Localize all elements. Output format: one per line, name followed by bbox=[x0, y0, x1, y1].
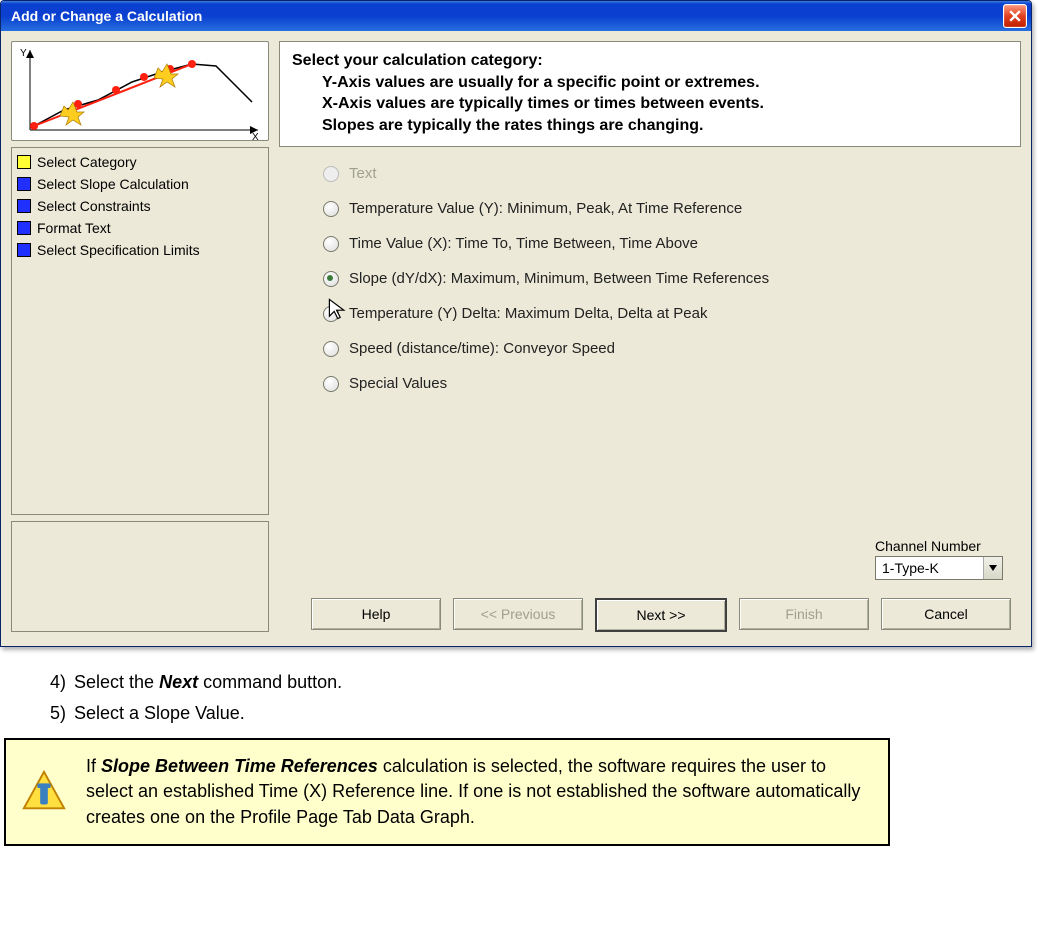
preview-graph: Y X bbox=[11, 41, 269, 141]
tip-text: If Slope Between Time References calcula… bbox=[86, 754, 870, 830]
radio-option-slope[interactable]: Slope (dY/dX): Maximum, Minimum, Between… bbox=[323, 270, 1003, 287]
step-item: Select Constraints bbox=[17, 195, 263, 217]
window-body: Y X Select Category Select Slope Calcula… bbox=[1, 31, 1031, 646]
option-label: Special Values bbox=[349, 375, 447, 392]
step-item: Select Category bbox=[17, 151, 263, 173]
radio-icon bbox=[323, 201, 339, 217]
square-icon bbox=[17, 221, 31, 235]
finish-button: Finish bbox=[739, 598, 869, 630]
step-item: Format Text bbox=[17, 217, 263, 239]
heading-line: Y-Axis values are usually for a specific… bbox=[292, 72, 1008, 94]
radio-option-special[interactable]: Special Values bbox=[323, 375, 1003, 392]
step-label: Format Text bbox=[37, 217, 111, 239]
dialog-window: Add or Change a Calculation Y X bbox=[0, 0, 1032, 647]
square-icon bbox=[17, 177, 31, 191]
window-title: Add or Change a Calculation bbox=[11, 8, 1003, 24]
heading-line: X-Axis values are typically times or tim… bbox=[292, 93, 1008, 115]
info-panel bbox=[11, 521, 269, 632]
step-label: Select Category bbox=[37, 151, 137, 173]
step-number: 4) bbox=[42, 667, 66, 698]
step-item: Select Slope Calculation bbox=[17, 173, 263, 195]
instruction-step: 5) Select a Slope Value. bbox=[42, 698, 1038, 729]
radio-icon bbox=[323, 271, 339, 287]
right-column: Select your calculation category: Y-Axis… bbox=[279, 41, 1021, 632]
heading-line: Select your calculation category: bbox=[292, 50, 1008, 72]
step-text: Select a Slope Value. bbox=[74, 698, 245, 729]
step-item: Select Specification Limits bbox=[17, 239, 263, 261]
close-icon[interactable] bbox=[1003, 4, 1027, 28]
instruction-step: 4) Select the Next command button. bbox=[42, 667, 1038, 698]
radio-option-time-x[interactable]: Time Value (X): Time To, Time Between, T… bbox=[323, 235, 1003, 252]
titlebar: Add or Change a Calculation bbox=[1, 1, 1031, 31]
square-icon bbox=[17, 243, 31, 257]
chevron-down-icon bbox=[983, 557, 1002, 579]
radio-icon bbox=[323, 376, 339, 392]
channel-number-group: Channel Number 1-Type-K bbox=[875, 538, 1003, 580]
button-row: Help << Previous Next >> Finish Cancel bbox=[279, 592, 1021, 632]
channel-label: Channel Number bbox=[875, 538, 1003, 554]
options-area: Text Temperature Value (Y): Minimum, Pea… bbox=[279, 147, 1021, 592]
tip-callout: If Slope Between Time References calcula… bbox=[4, 738, 890, 846]
channel-dropdown[interactable]: 1-Type-K bbox=[875, 556, 1003, 580]
heading-line: Slopes are typically the rates things ar… bbox=[292, 115, 1008, 137]
step-label: Select Constraints bbox=[37, 195, 151, 217]
option-label: Text bbox=[349, 165, 377, 182]
step-label: Select Slope Calculation bbox=[37, 173, 189, 195]
wizard-steps: Select Category Select Slope Calculation… bbox=[11, 147, 269, 515]
step-text: Select the Next command button. bbox=[74, 667, 342, 698]
radio-option-temperature-y[interactable]: Temperature Value (Y): Minimum, Peak, At… bbox=[323, 200, 1003, 217]
square-icon bbox=[17, 199, 31, 213]
step-number: 5) bbox=[42, 698, 66, 729]
option-label: Temperature (Y) Delta: Maximum Delta, De… bbox=[349, 305, 707, 322]
radio-icon bbox=[323, 166, 339, 182]
option-label: Temperature Value (Y): Minimum, Peak, At… bbox=[349, 200, 742, 217]
left-column: Y X Select Category Select Slope Calcula… bbox=[11, 41, 269, 632]
dropdown-value: 1-Type-K bbox=[876, 560, 983, 576]
radio-option-text: Text bbox=[323, 165, 1003, 182]
radio-icon bbox=[323, 341, 339, 357]
svg-text:X: X bbox=[252, 132, 259, 140]
square-icon bbox=[17, 155, 31, 169]
radio-option-temperature-delta[interactable]: Temperature (Y) Delta: Maximum Delta, De… bbox=[323, 305, 1003, 322]
tip-icon bbox=[20, 768, 68, 816]
step-label: Select Specification Limits bbox=[37, 239, 200, 261]
previous-button: << Previous bbox=[453, 598, 583, 630]
radio-icon bbox=[323, 236, 339, 252]
option-label: Speed (distance/time): Conveyor Speed bbox=[349, 340, 615, 357]
next-button[interactable]: Next >> bbox=[595, 598, 727, 632]
option-label: Time Value (X): Time To, Time Between, T… bbox=[349, 235, 698, 252]
help-button[interactable]: Help bbox=[311, 598, 441, 630]
heading-panel: Select your calculation category: Y-Axis… bbox=[279, 41, 1021, 147]
cancel-button[interactable]: Cancel bbox=[881, 598, 1011, 630]
option-label: Slope (dY/dX): Maximum, Minimum, Between… bbox=[349, 270, 769, 287]
radio-icon bbox=[323, 306, 339, 322]
instruction-list: 4) Select the Next command button. 5) Se… bbox=[0, 667, 1038, 728]
radio-option-speed[interactable]: Speed (distance/time): Conveyor Speed bbox=[323, 340, 1003, 357]
svg-text:Y: Y bbox=[20, 48, 27, 59]
